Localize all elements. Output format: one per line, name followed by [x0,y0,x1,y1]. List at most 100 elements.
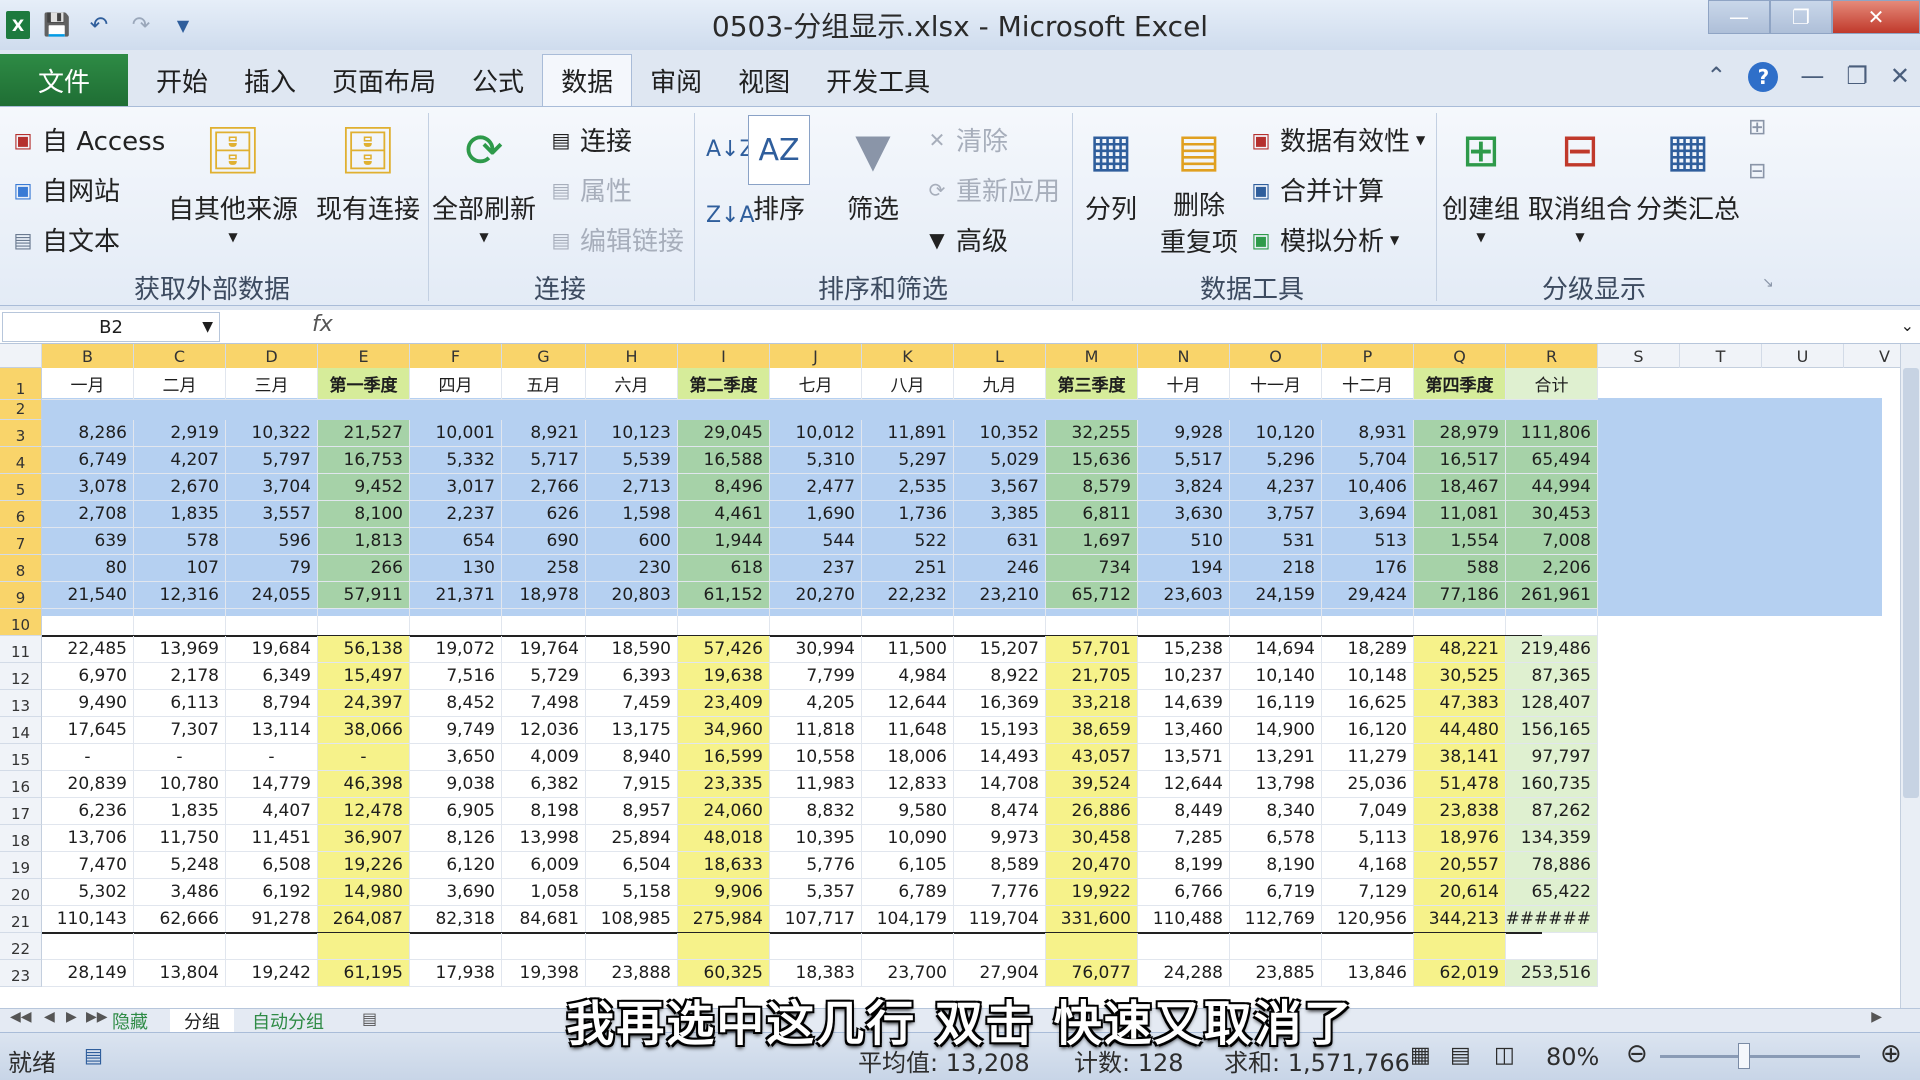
table-cell[interactable]: - [134,744,226,771]
doc-restore-icon[interactable]: ❐ [1846,62,1868,92]
table-cell[interactable]: 1,058 [502,879,586,906]
table-cell[interactable]: 3,078 [42,474,134,501]
table-cell[interactable]: 19,638 [678,663,770,690]
expand-formula-bar-icon[interactable]: ⌄ [1901,316,1914,335]
table-cell[interactable]: 3,385 [954,501,1046,528]
table-cell[interactable]: 38,659 [1046,717,1138,744]
table-cell[interactable]: 16,625 [1322,690,1414,717]
table-cell[interactable]: 230 [586,555,678,582]
table-cell[interactable]: - [318,744,410,771]
table-cell[interactable]: 57,911 [318,582,410,609]
table-cell[interactable]: 6,766 [1138,879,1230,906]
table-cell[interactable]: 3,824 [1138,474,1230,501]
table-cell[interactable] [502,609,586,636]
from-other-sources-button[interactable]: 🗄 自其他来源 ▼ [168,115,298,245]
table-cell[interactable]: 1,690 [770,501,862,528]
column-label-cell[interactable]: 六月 [586,368,678,400]
help-icon[interactable]: ? [1748,62,1779,92]
table-cell[interactable]: 11,081 [1414,501,1506,528]
table-cell[interactable]: 5,517 [1138,447,1230,474]
table-cell[interactable]: 30,453 [1506,501,1598,528]
table-cell[interactable]: 10,322 [226,420,318,447]
table-cell[interactable]: 65,422 [1506,879,1598,906]
column-label-cell[interactable]: 四月 [410,368,502,400]
row-header[interactable]: 4 [0,447,42,474]
table-cell[interactable] [678,609,770,636]
table-cell[interactable]: 15,636 [1046,447,1138,474]
table-cell[interactable]: 18,289 [1322,636,1414,663]
text-to-columns-button[interactable]: ▦ 分列 [1080,115,1142,226]
table-cell[interactable]: 6,105 [862,852,954,879]
table-cell[interactable]: 23,335 [678,771,770,798]
table-cell[interactable]: 194 [1138,555,1230,582]
tab-page-layout[interactable]: 页面布局 [314,54,454,106]
table-cell[interactable]: 10,558 [770,744,862,771]
row-header[interactable]: 9 [0,582,42,609]
table-cell[interactable]: 5,029 [954,447,1046,474]
table-cell[interactable]: 2,237 [410,501,502,528]
table-cell[interactable]: 13,846 [1322,960,1414,987]
scrollbar-thumb[interactable] [1903,368,1919,798]
table-cell[interactable]: 6,905 [410,798,502,825]
table-cell[interactable]: 17,645 [42,717,134,744]
table-cell[interactable]: 1,835 [134,798,226,825]
row-header[interactable]: 5 [0,474,42,501]
from-text-button[interactable]: ▤ 自文本 [10,221,120,258]
column-header-H[interactable]: H [586,344,678,368]
table-cell[interactable]: 734 [1046,555,1138,582]
remove-duplicates-button[interactable]: ▤ 删除 重复项 [1160,115,1238,259]
row-header[interactable]: 18 [0,825,42,852]
table-cell[interactable] [954,609,1046,636]
table-cell[interactable]: 160,735 [1506,771,1598,798]
column-header-M[interactable]: M [1046,344,1138,368]
table-cell[interactable]: 16,120 [1322,717,1414,744]
table-cell[interactable]: 8,198 [502,798,586,825]
column-label-cell[interactable]: 第一季度 [318,368,410,400]
table-cell[interactable]: 11,279 [1322,744,1414,771]
tab-review[interactable]: 审阅 [632,54,720,106]
table-cell[interactable]: 4,461 [678,501,770,528]
table-cell[interactable] [678,933,770,960]
table-cell[interactable]: 24,060 [678,798,770,825]
table-cell[interactable]: 9,580 [862,798,954,825]
table-cell[interactable]: 600 [586,528,678,555]
table-cell[interactable]: 13,175 [586,717,678,744]
table-cell[interactable]: 3,017 [410,474,502,501]
column-label-cell[interactable]: 十月 [1138,368,1230,400]
table-cell[interactable]: 33,218 [1046,690,1138,717]
from-access-button[interactable]: ▣ 自 Access [10,121,166,158]
refresh-all-button[interactable]: ⟳ 全部刷新 ▼ [432,115,536,244]
table-cell[interactable]: 6,719 [1230,879,1322,906]
table-cell[interactable]: 578 [134,528,226,555]
table-cell[interactable]: 8,100 [318,501,410,528]
table-cell[interactable]: 9,749 [410,717,502,744]
table-cell[interactable]: 544 [770,528,862,555]
table-cell[interactable]: 4,237 [1230,474,1322,501]
table-cell[interactable]: 104,179 [862,906,954,933]
save-icon[interactable]: 💾 [42,10,72,40]
tab-formulas[interactable]: 公式 [454,54,542,106]
excel-logo-icon[interactable]: X [6,11,30,39]
table-cell[interactable]: 3,557 [226,501,318,528]
table-cell[interactable]: 8,921 [502,420,586,447]
table-cell[interactable]: 34,960 [678,717,770,744]
table-cell[interactable]: 22,232 [862,582,954,609]
table-cell[interactable]: 11,750 [134,825,226,852]
table-cell[interactable]: 10,123 [586,420,678,447]
table-cell[interactable]: 8,286 [42,420,134,447]
table-cell[interactable]: 275,984 [678,906,770,933]
column-label-cell[interactable]: 三月 [226,368,318,400]
table-cell[interactable]: 8,452 [410,690,502,717]
table-cell[interactable]: 10,012 [770,420,862,447]
table-cell[interactable]: 13,571 [1138,744,1230,771]
table-cell[interactable]: 12,316 [134,582,226,609]
table-cell[interactable]: 7,799 [770,663,862,690]
table-cell[interactable]: 14,779 [226,771,318,798]
table-cell[interactable]: 119,704 [954,906,1046,933]
table-cell[interactable] [502,933,586,960]
table-cell[interactable]: 7,129 [1322,879,1414,906]
table-cell[interactable]: 110,143 [42,906,134,933]
table-cell[interactable]: 5,297 [862,447,954,474]
table-cell[interactable]: 30,994 [770,636,862,663]
table-cell[interactable]: 237 [770,555,862,582]
